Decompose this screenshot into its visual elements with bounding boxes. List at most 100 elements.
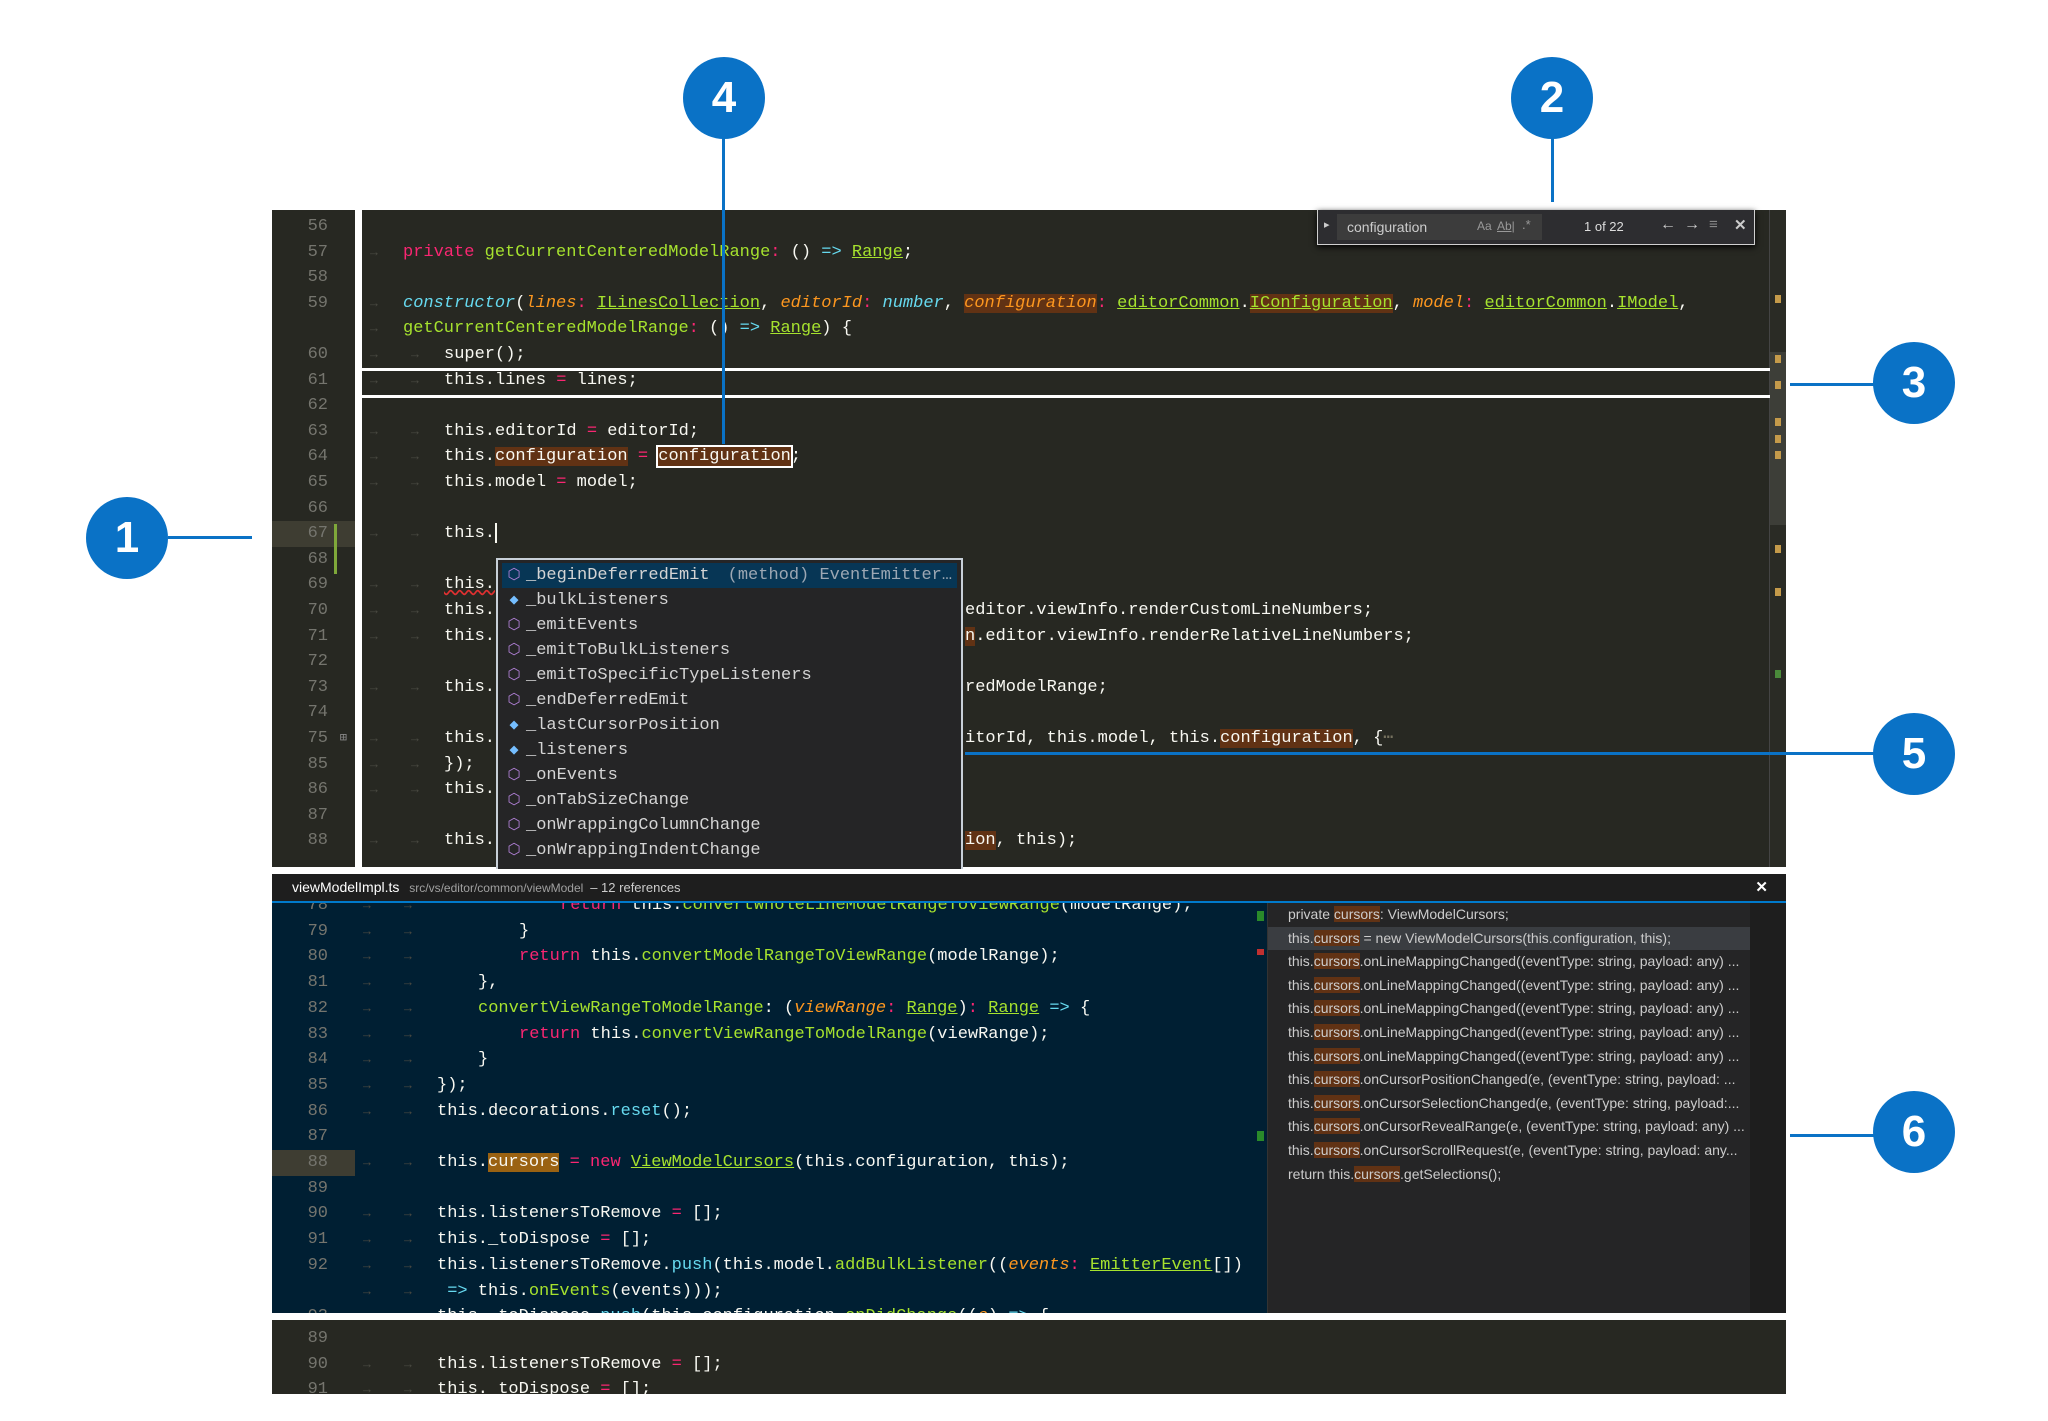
reference-item[interactable]: this.cursors.onLineMappingChanged((event… (1268, 974, 1750, 998)
suggestion-label: _onWrappingIndentChange (526, 841, 761, 860)
find-in-selection-icon[interactable]: ≡ (1709, 216, 1718, 233)
ruler-mark (1775, 545, 1781, 553)
peek-file-name[interactable]: viewModelImpl.ts (292, 879, 399, 895)
code-token: = (569, 1153, 580, 1172)
match-count: 1 of 22 (1584, 219, 1624, 234)
suggestion-item[interactable]: ⬡ _beginDeferredEmit (method) EventEmitter… (502, 563, 957, 588)
code-token: } (478, 1050, 489, 1070)
code-token: = (671, 1354, 682, 1374)
whitespace-arrow-icon: → (370, 295, 378, 311)
suggestion-item[interactable]: ◆ _lastCursorPosition (502, 713, 957, 738)
reference-item[interactable]: this.cursors.onLineMappingChanged((event… (1268, 1021, 1750, 1045)
fold-expand-icon[interactable]: ⊞ (340, 726, 347, 752)
code-area[interactable]: → → return this.convertWholeLineModelRange… (355, 903, 1254, 1313)
code-text: this. (444, 598, 495, 624)
close-icon[interactable]: ✕ (1755, 874, 1768, 901)
code-text: convertViewRangeToModelRange: (viewRange… (478, 996, 1090, 1022)
line-number: 81 (307, 973, 328, 993)
whitespace-arrow-icon: → (411, 577, 419, 593)
line-number: 61 (307, 370, 328, 390)
close-icon[interactable]: ✕ (1734, 216, 1747, 234)
arrow-right-icon[interactable]: → (1684, 216, 1700, 234)
suggestion-label: _emitToBulkListeners (526, 641, 731, 660)
code-token: this. (444, 729, 496, 748)
reference-item[interactable]: this.cursors.onCursorSelectionChanged(e,… (1268, 1092, 1750, 1116)
text-cursor (495, 522, 498, 543)
code-token: this. (580, 947, 642, 967)
reference-suffix: .onLineMappingChanged((eventType: string… (1359, 1047, 1740, 1064)
suggestion-item[interactable]: ◆ _listeners (502, 738, 957, 763)
code-token: getCurrentCenteredModelRange (403, 319, 689, 339)
code-token: addBulkListener (834, 1255, 988, 1275)
toggle-replace-icon[interactable]: ▸ (1324, 218, 1330, 231)
code-token: editorId; (597, 421, 700, 441)
code-token: (this.configuration, this); (794, 1153, 1070, 1172)
reference-item[interactable]: this.cursors.onCursorScrollRequest(e, (e… (1268, 1139, 1750, 1163)
code-token: this._toDispose (437, 1230, 601, 1250)
code-token: Range (851, 242, 903, 262)
reference-match: cursors (1313, 1047, 1360, 1064)
code-line: → → convertViewRangeToModelRange: (viewRan… (355, 996, 1254, 1022)
suggestion-item[interactable]: ⬡ _emitToBulkListeners (502, 638, 957, 663)
suggestion-item[interactable]: ◆ _bulkListeners (502, 588, 957, 613)
suggestion-item[interactable]: ⬡ _onWrappingColumnChange (502, 813, 957, 838)
suggestion-item[interactable]: ⬡ _onWrappingIndentChange (502, 838, 957, 863)
reference-item[interactable]: return this.cursors.getSelections(); (1268, 1163, 1750, 1187)
suggestion-item[interactable]: ⬡ _endDeferredEmit (502, 688, 957, 713)
whitespace-arrow-icon: → (363, 1026, 371, 1042)
code-token: { (1029, 1307, 1049, 1313)
code-token: ⋯ (1383, 729, 1394, 748)
code-token: convertWholeLineModelRangeToViewRange (682, 903, 1060, 915)
whitespace-arrow-icon: → (363, 1232, 371, 1248)
line-number: 92 (307, 1255, 328, 1275)
reference-item[interactable]: this.cursors.onLineMappingChanged((event… (1268, 1045, 1750, 1069)
secondary-editor[interactable]: 89 90 91 → → this.listenersToRemove = []; → → t… (272, 1320, 1786, 1394)
code-token: []; (681, 1354, 723, 1374)
suggestion-label: _listeners (526, 741, 629, 760)
reference-item[interactable]: this.cursors = new ViewModelCursors(this… (1268, 926, 1750, 951)
code-token: this. (444, 524, 496, 544)
suggestion-item[interactable]: ⬡ _onTabSizeChange (502, 788, 957, 813)
suggestion-item[interactable]: ⬡ _onEvents (502, 763, 957, 788)
reference-match: cursors (1313, 1118, 1360, 1135)
code-token: this.listenersToRemove (437, 1204, 672, 1224)
code-token: , (760, 293, 781, 313)
whole-word-toggle[interactable]: Ab| (1497, 219, 1515, 233)
peek-editor[interactable]: 78 79 80 81 82 83 84 85 86 87 8889 90 91 92 93 → → retur… (272, 903, 1254, 1313)
code-text: this. (444, 726, 495, 752)
whitespace-arrow-icon: → (404, 1000, 412, 1016)
reference-match: cursors (1354, 1165, 1401, 1182)
code-token: (); (661, 1101, 693, 1121)
suggestion-item[interactable]: ⬡ _emitEvents (502, 613, 957, 638)
whitespace-arrow-icon: → (363, 1382, 371, 1394)
reference-item[interactable]: this.cursors.onCursorPositionChanged(e, … (1268, 1068, 1750, 1092)
suggestion-item[interactable]: ⬡ _emitToSpecificTypeListeners (502, 663, 957, 688)
code-area[interactable]: → → this.listenersToRemove = []; → → this._to… (355, 1320, 1770, 1394)
code-token: : ( (763, 998, 795, 1018)
method-icon: ⬡ (507, 767, 521, 784)
reference-item[interactable]: this.cursors.onLineMappingChanged((event… (1268, 950, 1750, 974)
ruler-mark (1775, 295, 1781, 303)
regex-toggle[interactable]: .* (1522, 217, 1531, 232)
code-token: => (447, 1281, 468, 1301)
overview-ruler[interactable] (1769, 210, 1786, 867)
whitespace-arrow-icon: → (404, 1103, 412, 1119)
line-number (272, 316, 355, 342)
line-number: 59 (307, 293, 328, 313)
code-text-tail: redModelRange; (965, 675, 1108, 701)
reference-item[interactable]: this.cursors.onCursorRevealRange(e, (eve… (1268, 1115, 1750, 1139)
find-input[interactable]: configuration Aa Ab| .* (1337, 214, 1542, 240)
match-case-toggle[interactable]: Aa (1477, 219, 1492, 233)
reference-item[interactable]: this.cursors.onLineMappingChanged((event… (1268, 997, 1750, 1021)
reference-item[interactable]: private cursors: ViewModelCursors; (1268, 903, 1750, 927)
code-text: this.cursors = new ViewModelCursors(this… (437, 1150, 1070, 1176)
code-token: : (1096, 293, 1107, 313)
callout-leader-6 (1790, 1134, 1874, 1137)
arrow-left-icon[interactable]: ← (1660, 216, 1676, 234)
references-list[interactable]: private cursors: ViewModelCursors; this.c… (1268, 903, 1750, 1313)
field-icon: ◆ (509, 742, 519, 759)
code-text: this.listenersToRemove = []; (437, 1352, 723, 1378)
peek-overview-ruler (1254, 903, 1268, 1313)
